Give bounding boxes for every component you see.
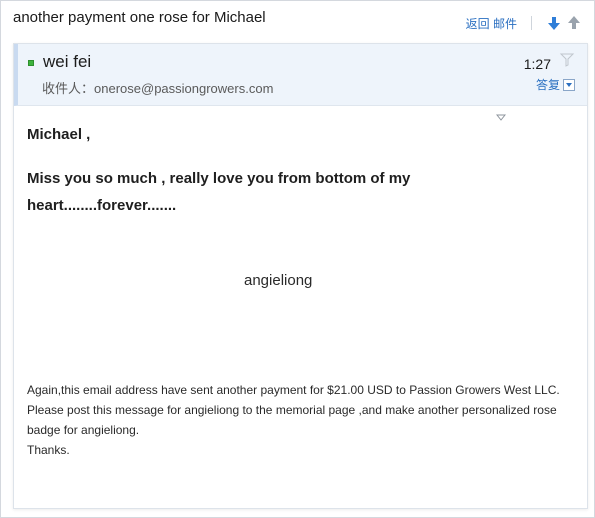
online-status-icon bbox=[28, 60, 34, 66]
arrow-down-icon[interactable] bbox=[546, 15, 562, 31]
recipient-email[interactable]: onerose@passiongrowers.com bbox=[94, 81, 273, 96]
recipient-row: 收件人：onerose@passiongrowers.com bbox=[42, 78, 273, 97]
recipient-label: 收件人： bbox=[42, 81, 95, 96]
reply-button[interactable]: 答复 bbox=[536, 76, 560, 93]
message-card: wei fei 收件人：onerose@passiongrowers.com 1… bbox=[13, 43, 588, 509]
toolbar-divider bbox=[531, 16, 532, 30]
message-main-text: Miss you so much , really love you from … bbox=[27, 170, 411, 214]
email-reader-window: another payment one rose for Michael 返回 … bbox=[0, 0, 595, 518]
reply-control: 答复 bbox=[536, 76, 575, 93]
greeting-text: Michael , bbox=[27, 126, 91, 143]
email-subject: another payment one rose for Michael bbox=[13, 9, 266, 26]
note-line: Again,this email address have sent anoth… bbox=[27, 383, 560, 397]
reply-options-dropdown[interactable] bbox=[563, 78, 575, 91]
signature-text: angieliong bbox=[244, 272, 313, 289]
top-actions-bar: 返回 邮件 bbox=[466, 13, 582, 33]
message-body: Michael , Miss you so much , really love… bbox=[27, 126, 577, 457]
back-to-mail-link[interactable]: 返回 邮件 bbox=[466, 15, 517, 32]
note-line: Thanks. bbox=[27, 443, 70, 457]
flag-icon[interactable] bbox=[559, 52, 575, 68]
arrow-up-icon[interactable] bbox=[566, 15, 582, 31]
chevron-down-icon bbox=[566, 82, 572, 87]
message-time: 1:27 bbox=[523, 56, 551, 72]
message-notes: Again,this email address have sent anoth… bbox=[27, 380, 572, 460]
note-line: Please post this message for angieliong … bbox=[27, 403, 557, 437]
message-header: wei fei 收件人：onerose@passiongrowers.com 1… bbox=[14, 44, 587, 106]
sender-name[interactable]: wei fei bbox=[43, 52, 91, 72]
expand-details-icon[interactable] bbox=[495, 109, 507, 121]
